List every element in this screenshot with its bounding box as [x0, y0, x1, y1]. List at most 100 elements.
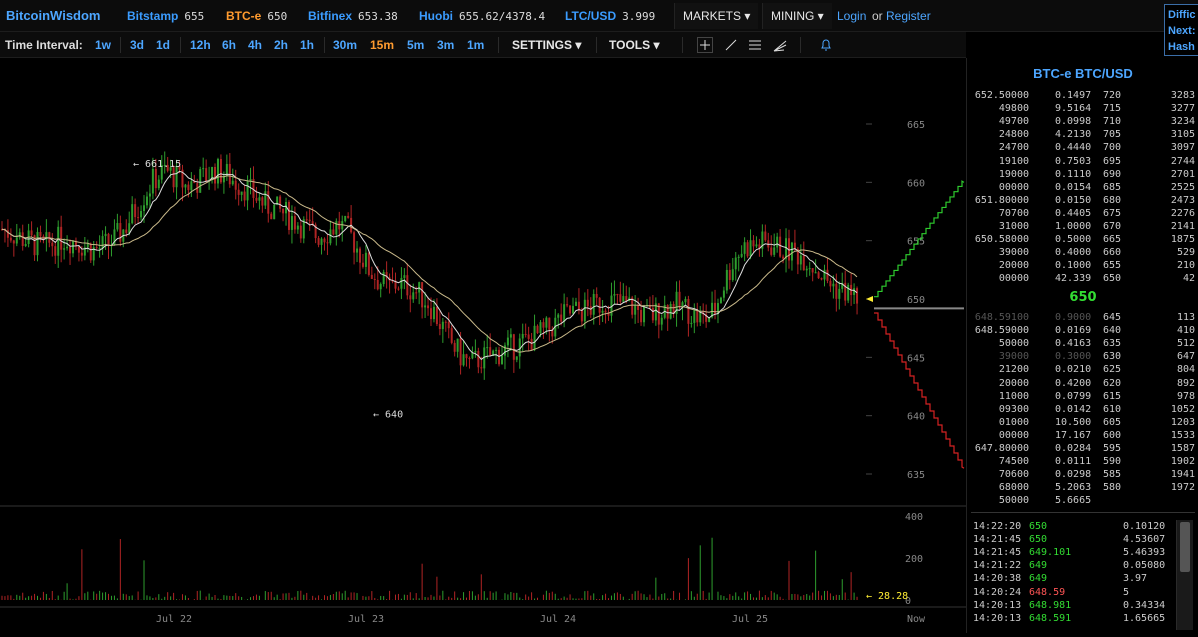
candle-body — [409, 295, 412, 300]
login-link[interactable]: Login — [837, 9, 866, 23]
brand-logo[interactable]: BitcoinWisdom — [6, 8, 101, 23]
trade-time: 14:20:38 — [973, 573, 1022, 585]
or-text: or — [872, 9, 883, 23]
market-ltcusd[interactable]: LTC/USD 3.999 — [565, 9, 655, 23]
candle-body — [234, 180, 237, 190]
price-chart[interactable]: 665 660 655 650 645 640 635 400 200 0 Jul 22 Jul 23… — [0, 58, 966, 633]
orderbook-row[interactable]: 648.59000 0.0169 640 410 — [967, 325, 1198, 338]
interval-4h[interactable]: 4h — [248, 38, 262, 52]
interval-1w[interactable]: 1w — [95, 38, 111, 52]
divider — [180, 37, 181, 53]
interval-3m[interactable]: 3m — [437, 38, 454, 52]
orderbook-row[interactable]: 650.58000 0.5000 665 1875 — [967, 234, 1198, 247]
orderbook-row[interactable]: 70600 0.0298 585 1941 — [967, 469, 1198, 482]
trendline-icon[interactable] — [723, 37, 739, 53]
candle-body — [279, 196, 282, 209]
orderbook-row[interactable]: 50000 5.6665 — [967, 495, 1198, 508]
orderbook-row[interactable]: 24700 0.4440 700 3097 — [967, 142, 1198, 155]
chart-canvas[interactable]: 6656606556506456406354002000Jul 22 Jul 23… — [0, 58, 966, 633]
orderbook-row[interactable]: 01000 10.500 605 1203 — [967, 417, 1198, 430]
orderbook-row[interactable]: 39000 0.4000 660 529 — [967, 247, 1198, 260]
markets-menu[interactable]: MARKETS ▾ — [674, 3, 759, 29]
interval-30m[interactable]: 30m — [333, 38, 357, 52]
orderbook-row[interactable]: 31000 1.0000 670 2141 — [967, 221, 1198, 234]
horizontal-lines-icon[interactable] — [747, 37, 763, 53]
candle-body — [622, 296, 625, 302]
trade-price: 649 — [1029, 560, 1048, 572]
trades-scrollbar[interactable] — [1176, 520, 1193, 630]
candle-body — [640, 309, 643, 323]
orderbook-row[interactable]: 652.50000 0.1497 720 3283 — [967, 90, 1198, 103]
interval-1h[interactable]: 1h — [300, 38, 314, 52]
orderbook-row[interactable]: 21200 0.0210 625 804 — [967, 364, 1198, 377]
orderbook-price: 24700 — [998, 142, 1029, 154]
candle-body — [258, 197, 261, 201]
orderbook-row[interactable]: 49700 0.0998 710 3234 — [967, 116, 1198, 129]
candle-body — [613, 294, 616, 296]
trade-amount: 3.97 — [1123, 573, 1148, 585]
interval-12h[interactable]: 12h — [190, 38, 211, 52]
mining-menu[interactable]: MINING ▾ — [762, 3, 832, 29]
orderbook-level: 705 — [1103, 129, 1122, 141]
candle-body — [770, 247, 773, 255]
market-bitfinex[interactable]: Bitfinex 653.38 — [308, 9, 398, 23]
market-huobi[interactable]: Huobi 655.62/4378.4 — [419, 9, 545, 23]
orderbook-row[interactable]: 09300 0.0142 610 1052 — [967, 404, 1198, 417]
fibonacci-fan-icon[interactable] — [772, 37, 788, 53]
bell-icon[interactable] — [818, 37, 834, 53]
orderbook-row[interactable]: 70700 0.4405 675 2276 — [967, 208, 1198, 221]
orderbook-row[interactable]: 19000 0.1110 690 2701 — [967, 169, 1198, 182]
candle-body — [548, 317, 551, 330]
price-tick-label: 665 — [907, 120, 925, 131]
orderbook-row[interactable]: 24800 4.2130 705 3105 — [967, 129, 1198, 142]
orderbook-row[interactable]: 50000 0.4163 635 512 — [967, 338, 1198, 351]
orderbook-row[interactable]: 00000 0.0154 685 2525 — [967, 182, 1198, 195]
orderbook-level: 720 — [1103, 90, 1122, 101]
chart-toolbar: Time Interval: 1w 3d 1d 12h 6h 4h 2h 1h … — [0, 32, 966, 58]
crosshair-icon[interactable] — [697, 37, 713, 53]
tools-menu[interactable]: TOOLS ▾ — [609, 38, 659, 52]
trade-row: 14:21:45 649.101 5.46393 — [967, 547, 1198, 559]
orderbook-row[interactable]: 49800 9.5164 715 3277 — [967, 103, 1198, 116]
interval-3d[interactable]: 3d — [130, 38, 144, 52]
market-btce[interactable]: BTC-e 650 — [226, 9, 287, 23]
orderbook-row[interactable]: 00000 42.339 650 42 — [967, 273, 1198, 286]
orderbook-row[interactable]: 39000 0.3000 630 647 — [967, 351, 1198, 364]
orderbook-row[interactable]: 20000 0.4200 620 892 — [967, 378, 1198, 391]
orderbook-level: 700 — [1103, 142, 1122, 154]
orderbook-row[interactable]: 19100 0.7503 695 2744 — [967, 156, 1198, 169]
difficulty-box[interactable]: Diffic Next: Hash — [1164, 4, 1198, 56]
candle-body — [347, 215, 350, 218]
candle-body — [89, 243, 92, 261]
interval-15m[interactable]: 15m — [370, 38, 394, 52]
interval-2h[interactable]: 2h — [274, 38, 288, 52]
orderbook-row[interactable]: 647.80000 0.0284 595 1587 — [967, 443, 1198, 456]
settings-menu[interactable]: SETTINGS ▾ — [512, 38, 581, 52]
orderbook-row[interactable]: 11000 0.0799 615 978 — [967, 391, 1198, 404]
interval-6h[interactable]: 6h — [222, 38, 236, 52]
orderbook-row[interactable]: 648.59100 0.9000 645 113 — [967, 312, 1198, 325]
orderbook-row[interactable]: 00000 17.167 600 1533 — [967, 430, 1198, 443]
candle-body — [826, 269, 829, 281]
market-bitstamp[interactable]: Bitstamp 655 — [127, 9, 204, 23]
orderbook-row[interactable]: 651.80000 0.0150 680 2473 — [967, 195, 1198, 208]
orderbook-row[interactable]: 20000 0.1000 655 210 — [967, 260, 1198, 273]
last-price: 650 — [1069, 290, 1097, 305]
interval-1d[interactable]: 1d — [156, 38, 170, 52]
candle-body — [805, 268, 808, 271]
candle-body — [690, 322, 693, 324]
market-price: 655.62/4378.4 — [459, 10, 546, 23]
register-link[interactable]: Register — [886, 9, 931, 23]
interval-5m[interactable]: 5m — [407, 38, 424, 52]
orderbook-row[interactable]: 74500 0.0111 590 1902 — [967, 456, 1198, 469]
orderbook-row[interactable]: 68000 5.2063 580 1972 — [967, 482, 1198, 495]
candle-body — [66, 246, 69, 249]
scrollbar-thumb[interactable] — [1180, 522, 1190, 572]
market-price: 650 — [267, 10, 288, 23]
candle-body — [370, 274, 373, 279]
candle-body — [60, 226, 63, 250]
interval-1m[interactable]: 1m — [467, 38, 484, 52]
candle-body — [601, 310, 604, 313]
orderbook-amount: 5.2063 — [1055, 482, 1092, 494]
trade-row: 14:21:22 649 0.05080 — [967, 560, 1198, 572]
